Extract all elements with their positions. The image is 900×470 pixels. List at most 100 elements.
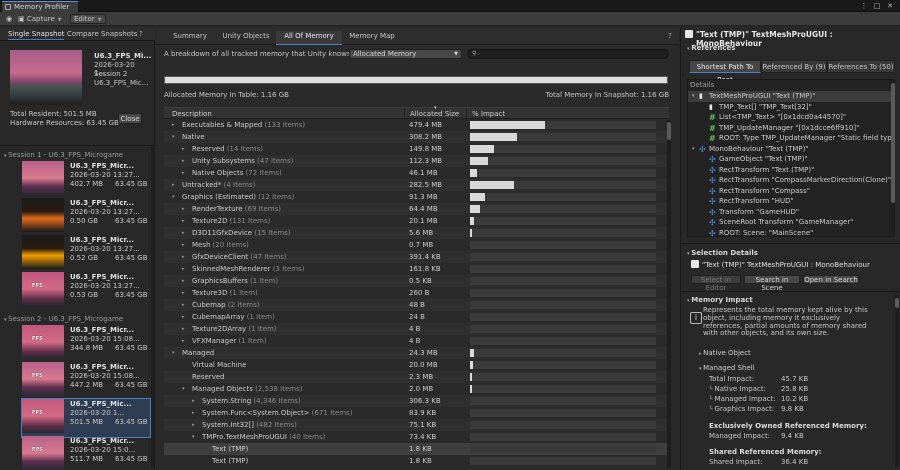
table-row[interactable]: ▸ Untracked* (4 Items) 282.5 MB [164, 179, 669, 191]
tab-summary[interactable]: Summary [164, 31, 216, 45]
table-row[interactable]: Virtual Machine 20.0 MB [164, 359, 669, 371]
reference-item[interactable]: # TMP_UpdateManager "[0x1dcce6ff910]" [688, 123, 892, 134]
native-object-foldout[interactable]: Native Object [699, 349, 751, 357]
reference-item[interactable]: # ROOT: Type TMP_UpdateManager "Static fi… [688, 133, 892, 144]
chevron-right-icon[interactable]: ▸ [182, 287, 185, 299]
reference-item[interactable]: ✣ GameObject "Text (TMP)" [688, 154, 892, 165]
snapshot-item[interactable]: FPS U6.3_FPS_Micr... 2026-03-20 15:08... 44… [22, 362, 150, 400]
table-row[interactable]: ▸ Mesh (20 Items) 0.7 MB [164, 239, 669, 251]
details-scrollbar[interactable] [891, 79, 895, 237]
reference-item[interactable]: ✣ Transform "GameHUD" [688, 207, 892, 218]
memory-impact-foldout[interactable]: Memory Impact [687, 296, 752, 304]
table-row[interactable]: ▸ SkinnedMeshRenderer (3 Items) 161.8 KB [164, 263, 669, 275]
table-row[interactable]: ▸ D3D11GfxDevice (15 Items) 5.6 MB [164, 227, 669, 239]
table-row[interactable]: ▸ Texture3D (1 Item) 260 B [164, 287, 669, 299]
chevron-right-icon[interactable]: ▸ [182, 215, 185, 227]
chevron-right-icon[interactable]: ▸ [182, 275, 185, 287]
record-toggle-icon[interactable]: ◉ [6, 14, 12, 24]
snapshot-item[interactable]: FPS U6.3_FPS_Micr... 2026-03-20 15:08... 34… [22, 325, 150, 363]
target-dropdown[interactable]: Editor ▼ [70, 14, 106, 24]
chevron-right-icon[interactable]: ▸ [182, 239, 185, 251]
table-row[interactable]: ▸ System.Func<System.Object> (671 Items) 8… [164, 407, 669, 419]
table-row[interactable]: ▸ Native Objects (72 Items) 46.1 MB [164, 167, 669, 179]
column-description[interactable]: Description [172, 110, 212, 118]
table-row[interactable]: ▸ Cubemap (2 Items) 48 B [164, 299, 669, 311]
details-scrollbar-thumb[interactable] [891, 83, 895, 203]
chevron-right-icon[interactable]: ▸ [182, 251, 185, 263]
reference-item[interactable]: ✣ RectTransform "CompassMarkerDirection(C… [688, 175, 892, 186]
chevron-right-icon[interactable]: ▸ [182, 155, 185, 167]
chevron-down-icon[interactable]: ▾ [172, 131, 175, 143]
snapshot-item[interactable]: FPS U6.3_FPS_Micr... 2026-03-20 15:0... 511… [22, 436, 150, 470]
managed-shell-foldout[interactable]: Managed Shell [699, 364, 755, 372]
table-row[interactable]: Reserved 2.3 MB [164, 371, 669, 383]
session-header[interactable]: Session 2 - U6.3_FPS_Microgame [4, 315, 123, 323]
chevron-right-icon[interactable]: ▸ [172, 179, 175, 191]
selection-details-scrollbar-thumb[interactable] [895, 298, 899, 308]
column-impact[interactable]: % Impact [472, 110, 505, 118]
table-row[interactable]: ▾ Graphics (Estimated) (12 Items) 91.3 MB [164, 191, 669, 203]
session-header[interactable]: Session 1 - U6.3_FPS_Microgame [4, 151, 123, 159]
more-options-icon[interactable]: ⋮ [860, 2, 868, 10]
tab-references-to[interactable]: References To (50) [827, 60, 895, 73]
table-row[interactable]: ▾ Managed 24.3 MB [164, 347, 669, 359]
table-scrollbar-thumb[interactable] [667, 122, 671, 140]
chevron-right-icon[interactable]: ▸ [172, 119, 175, 131]
tab-shortest-path[interactable]: Shortest Path To Root [689, 60, 761, 84]
table-row[interactable]: ▸ CubemapArray (1 Item) 24 B [164, 311, 669, 323]
table-row[interactable]: Text (TMP) 1.8 KB [164, 443, 669, 455]
table-row[interactable]: ▸ RenderTexture (69 Items) 64.4 MB [164, 203, 669, 215]
chevron-right-icon[interactable]: ▸ [192, 395, 195, 407]
tab-single-snapshot[interactable]: Single Snapshot [8, 29, 65, 40]
chevron-right-icon[interactable]: ▸ [182, 263, 185, 275]
chevron-down-icon[interactable]: ▾ [172, 191, 175, 203]
maximize-icon[interactable]: □ [873, 2, 881, 10]
reference-item[interactable]: ▮ TMP_Text[] "TMP_Text[32]" [688, 102, 892, 113]
snapshot-scrollbar[interactable] [10, 102, 82, 105]
tab-compare-snapshots[interactable]: Compare Snapshots [67, 29, 137, 40]
chevron-down-icon[interactable]: ▾ [172, 347, 175, 359]
table-row[interactable]: ▸ Texture2DArray (1 Item) 4 B [164, 323, 669, 335]
references-foldout[interactable]: References [687, 44, 735, 52]
snapshot-item[interactable]: U6.3_FPS_Micr... 2026-03-20 13:27... 0.52 … [22, 235, 150, 273]
reference-item[interactable]: ✣ RectTransform "Compass" [688, 186, 892, 197]
table-row[interactable]: ▸ VFXManager (1 Item) 4 B [164, 335, 669, 347]
chevron-right-icon[interactable]: ▸ [182, 311, 185, 323]
capture-button[interactable]: ▣ Capture ▼ [18, 14, 62, 24]
snapshot-item[interactable]: U6.3_FPS_Micr... 2026-03-20 13:27... 402.7… [22, 161, 150, 199]
table-row[interactable]: ▸ Reserved (14 Items) 149.8 MB [164, 143, 669, 155]
session-list-scrollbar[interactable] [151, 147, 155, 467]
chevron-right-icon[interactable]: ▸ [182, 227, 185, 239]
reference-item[interactable]: ✣ SceneRoot Transform "GameManager" [688, 217, 892, 228]
chevron-down-icon[interactable]: ▾ [692, 144, 695, 155]
reference-item[interactable]: ✣ ROOT: Scene: "MainScene" [688, 228, 892, 237]
table-row[interactable]: ▸ GfxDeviceClient (47 Items) 391.4 KB [164, 251, 669, 263]
reference-item[interactable]: ✣ RectTransform "Text (TMP)" [688, 165, 892, 176]
table-row[interactable]: Text (TMP) 1.8 KB [164, 455, 669, 467]
help-icon[interactable]: ? [139, 29, 143, 40]
selection-details-scrollbar[interactable] [895, 295, 899, 467]
chevron-right-icon[interactable]: ▸ [192, 419, 195, 431]
reference-item[interactable]: # List<TMP_Text> "[0x1dcd0a44570]" [688, 112, 892, 123]
table-row[interactable]: ▸ Unity Subsystems (47 Items) 112.3 MB [164, 155, 669, 167]
tab-all-of-memory[interactable]: All Of Memory [276, 31, 342, 45]
tab-referenced-by[interactable]: Referenced By (9) [761, 60, 827, 73]
reference-item[interactable]: ✣ RectTransform "HUD" [688, 196, 892, 207]
chevron-right-icon[interactable]: ▸ [182, 299, 185, 311]
search-in-scene-button[interactable]: Search in Scene [744, 275, 800, 292]
close-icon[interactable]: ✕ [886, 2, 894, 10]
window-tab[interactable]: Memory Profiler [2, 1, 78, 12]
reference-item[interactable]: ▾ ✣ MonoBehaviour "Text (TMP)" [688, 144, 892, 155]
snapshot-item[interactable]: U6.3_FPS_Micr... 2026-03-20 13:27... 0.50 … [22, 198, 150, 236]
table-row[interactable]: ▸ System.Int32[] (482 Items) 75.1 KB [164, 419, 669, 431]
table-row[interactable]: ▸ Texture2D (131 Items) 20.1 MB [164, 215, 669, 227]
chevron-down-icon[interactable]: ▾ [192, 431, 195, 443]
chevron-right-icon[interactable]: ▸ [192, 407, 195, 419]
chevron-right-icon[interactable]: ▸ [182, 143, 185, 155]
search-input[interactable]: ⚲ [467, 49, 669, 59]
open-in-search-button[interactable]: Open in Search [803, 275, 859, 284]
column-allocated-size[interactable]: Allocated Size [410, 110, 459, 118]
select-in-editor-button[interactable]: Select in Editor [691, 275, 741, 292]
table-scrollbar[interactable] [667, 120, 671, 468]
chevron-right-icon[interactable]: ▸ [182, 335, 185, 347]
